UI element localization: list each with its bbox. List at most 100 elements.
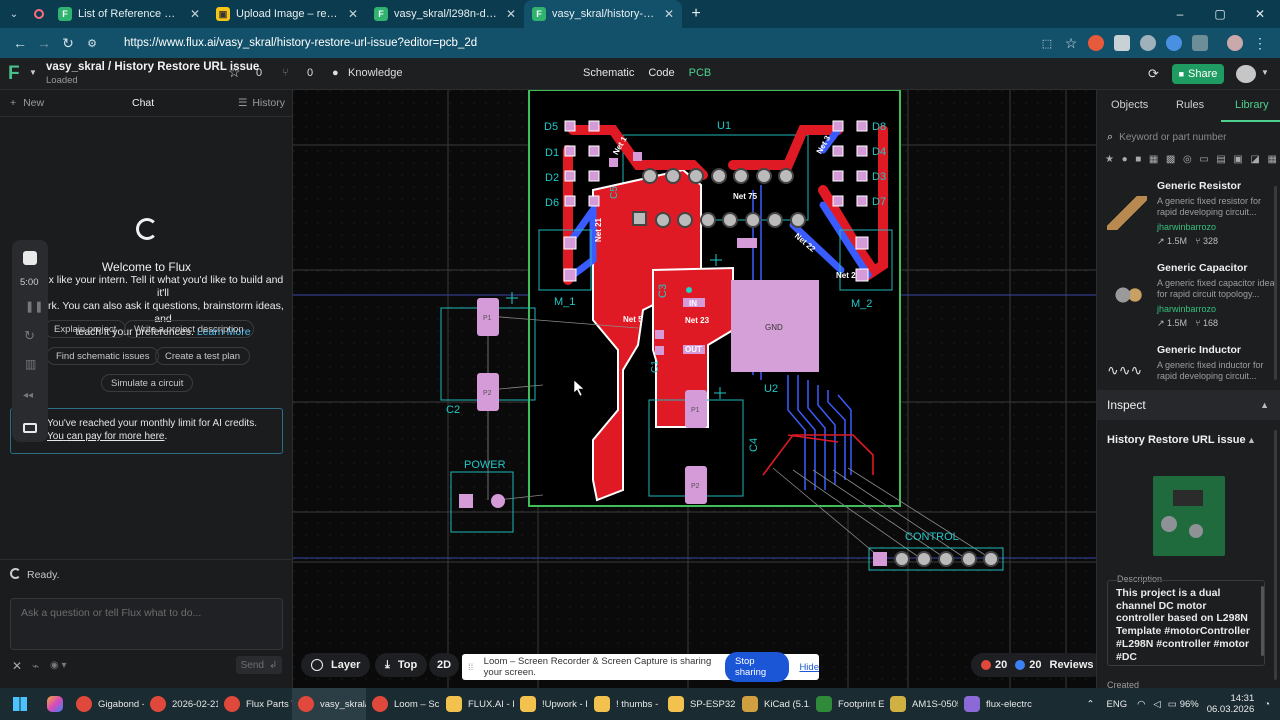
flux-logo-icon[interactable]: F <box>8 64 30 84</box>
library-item[interactable]: ∿∿∿ Generic Inductor A generic fixed ind… <box>1097 344 1280 384</box>
filter-store-icon[interactable]: ▦ <box>1149 154 1158 165</box>
taskbar-app[interactable]: KiCad (5.1.1 <box>736 688 810 720</box>
forward-icon[interactable]: → <box>32 35 56 51</box>
sync-icon[interactable]: ⟳ <box>1148 66 1159 82</box>
extension-icon[interactable] <box>1088 35 1104 51</box>
tab-objects[interactable]: Objects <box>1111 99 1148 111</box>
taskbar-app[interactable]: Loom – Scr <box>366 688 440 720</box>
browser-tab-4[interactable]: F vasy_skral/history-restore-url-is ✕ <box>524 0 682 28</box>
chip-create-test-plan[interactable]: Create a test plan <box>155 347 250 365</box>
filter-user-icon[interactable]: ● <box>1122 154 1128 165</box>
language-indicator[interactable]: ENG <box>1107 699 1128 710</box>
layer-button[interactable]: Layer <box>301 653 371 677</box>
attach-icon[interactable]: ⌁ <box>32 659 39 673</box>
pcb-canvas[interactable]: GND P1 P2 P1 P2 D5 D1 D2 D6 U1 D8 D4 D3 … <box>293 90 1096 688</box>
record-icon[interactable] <box>28 9 50 19</box>
user-avatar[interactable] <box>1236 65 1256 83</box>
chevron-down-icon[interactable]: ▼ <box>1261 68 1269 77</box>
filter-board-icon[interactable]: ▤ <box>1216 154 1225 165</box>
hide-link[interactable]: Hide <box>799 662 819 673</box>
pcb-drawing[interactable]: GND P1 P2 P1 P2 D5 D1 D2 D6 U1 D8 D4 D3 … <box>293 90 1096 688</box>
close-icon[interactable]: ✕ <box>348 7 358 21</box>
restore-icon[interactable]: ▢ <box>1200 7 1240 21</box>
filter-team-icon[interactable]: ■ <box>1135 154 1141 165</box>
stop-sharing-button[interactable]: Stop sharing <box>725 652 790 682</box>
url-field[interactable]: https://www.flux.ai/vasy_skral/history-r… <box>114 32 1025 54</box>
tab-pcb[interactable]: PCB <box>683 65 718 81</box>
loom-restart-icon[interactable]: ↻ <box>24 328 35 344</box>
chat-input[interactable]: Ask a question or tell Flux what to do..… <box>10 598 283 650</box>
notifications-icon[interactable]: ◔ <box>1264 699 1270 710</box>
power-pad-2[interactable] <box>491 494 505 508</box>
pay-more-link[interactable]: You can pay for more here <box>47 431 164 442</box>
clock[interactable]: 14:31 06.03.2026 <box>1207 693 1255 715</box>
library-scrollbar[interactable] <box>1274 186 1277 380</box>
tab-search-icon[interactable]: ⌄ <box>0 9 28 20</box>
loom-delete-icon[interactable]: ▥ <box>25 357 36 371</box>
library-item-author[interactable]: jharwinbarrozo <box>1157 304 1216 314</box>
chevron-down-icon[interactable]: ▼ <box>29 68 37 77</box>
tools-icon[interactable]: ✕ <box>12 659 22 673</box>
menu-dots-icon[interactable]: ⋮ <box>1248 35 1272 52</box>
filter-check-icon[interactable]: ▣ <box>1233 154 1242 165</box>
close-icon[interactable]: ✕ <box>190 7 200 21</box>
site-info-icon[interactable]: ⚙ <box>80 37 104 50</box>
install-icon[interactable]: ⬚ <box>1035 37 1059 50</box>
chip-write-description[interactable]: Write a project description <box>124 320 254 338</box>
inspect-header[interactable]: Inspect ▲ <box>1097 390 1280 420</box>
filter-circuit-icon[interactable]: ◎ <box>1183 154 1192 165</box>
filter-grid-icon[interactable]: ▦ <box>1267 154 1276 165</box>
chip-find-schematic-issues[interactable]: Find schematic issues <box>46 347 160 365</box>
filter-sim-icon[interactable]: ◪ <box>1250 154 1259 165</box>
library-search[interactable]: ⌕ Keyword or part number <box>1097 126 1280 148</box>
tab-code[interactable]: Code <box>642 65 680 81</box>
taskbar-app[interactable]: AM1S-0505 <box>884 688 958 720</box>
windows-start-icon[interactable] <box>0 697 40 711</box>
extension-icon[interactable] <box>1114 35 1130 51</box>
taskbar-app[interactable]: !Upwork - I <box>514 688 588 720</box>
fork-icon[interactable]: ⑂ <box>282 67 289 79</box>
copilot-icon[interactable] <box>40 696 70 712</box>
loom-pause-icon[interactable]: ❚❚ <box>25 300 43 313</box>
chevron-up-icon[interactable]: ▲ <box>1260 400 1269 410</box>
description-scrollbar[interactable] <box>1261 586 1264 656</box>
knowledge-button[interactable]: Knowledge <box>348 67 402 79</box>
volume-icon[interactable]: ◁ <box>1153 699 1160 710</box>
library-item[interactable]: Generic Capacitor A generic fixed capaci… <box>1097 262 1280 344</box>
knowledge-bulb-icon[interactable]: ● <box>332 67 339 79</box>
taskbar-app[interactable]: 2026-02-21 <box>144 688 218 720</box>
filter-module-icon[interactable]: ▭ <box>1199 154 1208 165</box>
library-item[interactable]: Generic Resistor A generic fixed resisto… <box>1097 180 1280 262</box>
tray-chevron-icon[interactable]: ⌃ <box>1087 699 1095 710</box>
star-icon[interactable]: ☆ <box>228 64 241 81</box>
taskbar-app[interactable]: SP-ESP32S: <box>662 688 736 720</box>
reviews-button[interactable]: 20 20 Reviews <box>971 653 1104 677</box>
tab-chat[interactable]: Chat <box>132 97 154 109</box>
history-button[interactable]: ☰ History <box>238 97 285 109</box>
tab-schematic[interactable]: Schematic <box>577 65 640 81</box>
browser-tab-2[interactable]: ▣ Upload Image – remove.bg ✕ <box>208 0 366 28</box>
taskbar-app[interactable]: Flux Parts T <box>218 688 292 720</box>
back-icon[interactable]: ← <box>8 35 32 51</box>
description-field[interactable]: This project is a dual channel DC motor … <box>1107 580 1265 666</box>
loom-draw-icon[interactable]: ◂◂ <box>23 390 33 401</box>
extension-icon[interactable] <box>1140 35 1156 51</box>
view-2d-button[interactable]: 2D <box>429 653 460 677</box>
top-layer-button[interactable]: ⤓ Top <box>375 653 428 677</box>
profile-avatar[interactable] <box>1227 35 1243 51</box>
chip-explain-project[interactable]: Explain project <box>44 320 127 338</box>
chevron-up-icon[interactable]: ▲ <box>1247 435 1256 445</box>
power-pad-1[interactable] <box>459 494 473 508</box>
browser-tab-1[interactable]: F List of Reference Design(vasy_s ✕ <box>50 0 208 28</box>
browser-tab-3[interactable]: F vasy_skral/l298n-dual-h-bridge ✕ <box>366 0 524 28</box>
send-button[interactable]: Send ↲ <box>236 656 282 674</box>
taskbar-app[interactable]: Gigabond - <box>70 688 144 720</box>
close-icon[interactable]: ✕ <box>506 7 516 21</box>
visibility-icon[interactable]: ◉ ▾ <box>50 660 67 671</box>
inspect-scrollbar[interactable] <box>1274 430 1277 680</box>
minimize-icon[interactable]: – <box>1160 7 1200 21</box>
tab-library[interactable]: Library <box>1235 99 1269 111</box>
loom-stop-icon[interactable] <box>23 251 37 265</box>
new-chat-button[interactable]: + New <box>10 97 44 109</box>
taskbar-app[interactable]: vasy_skral/l <box>292 688 366 720</box>
